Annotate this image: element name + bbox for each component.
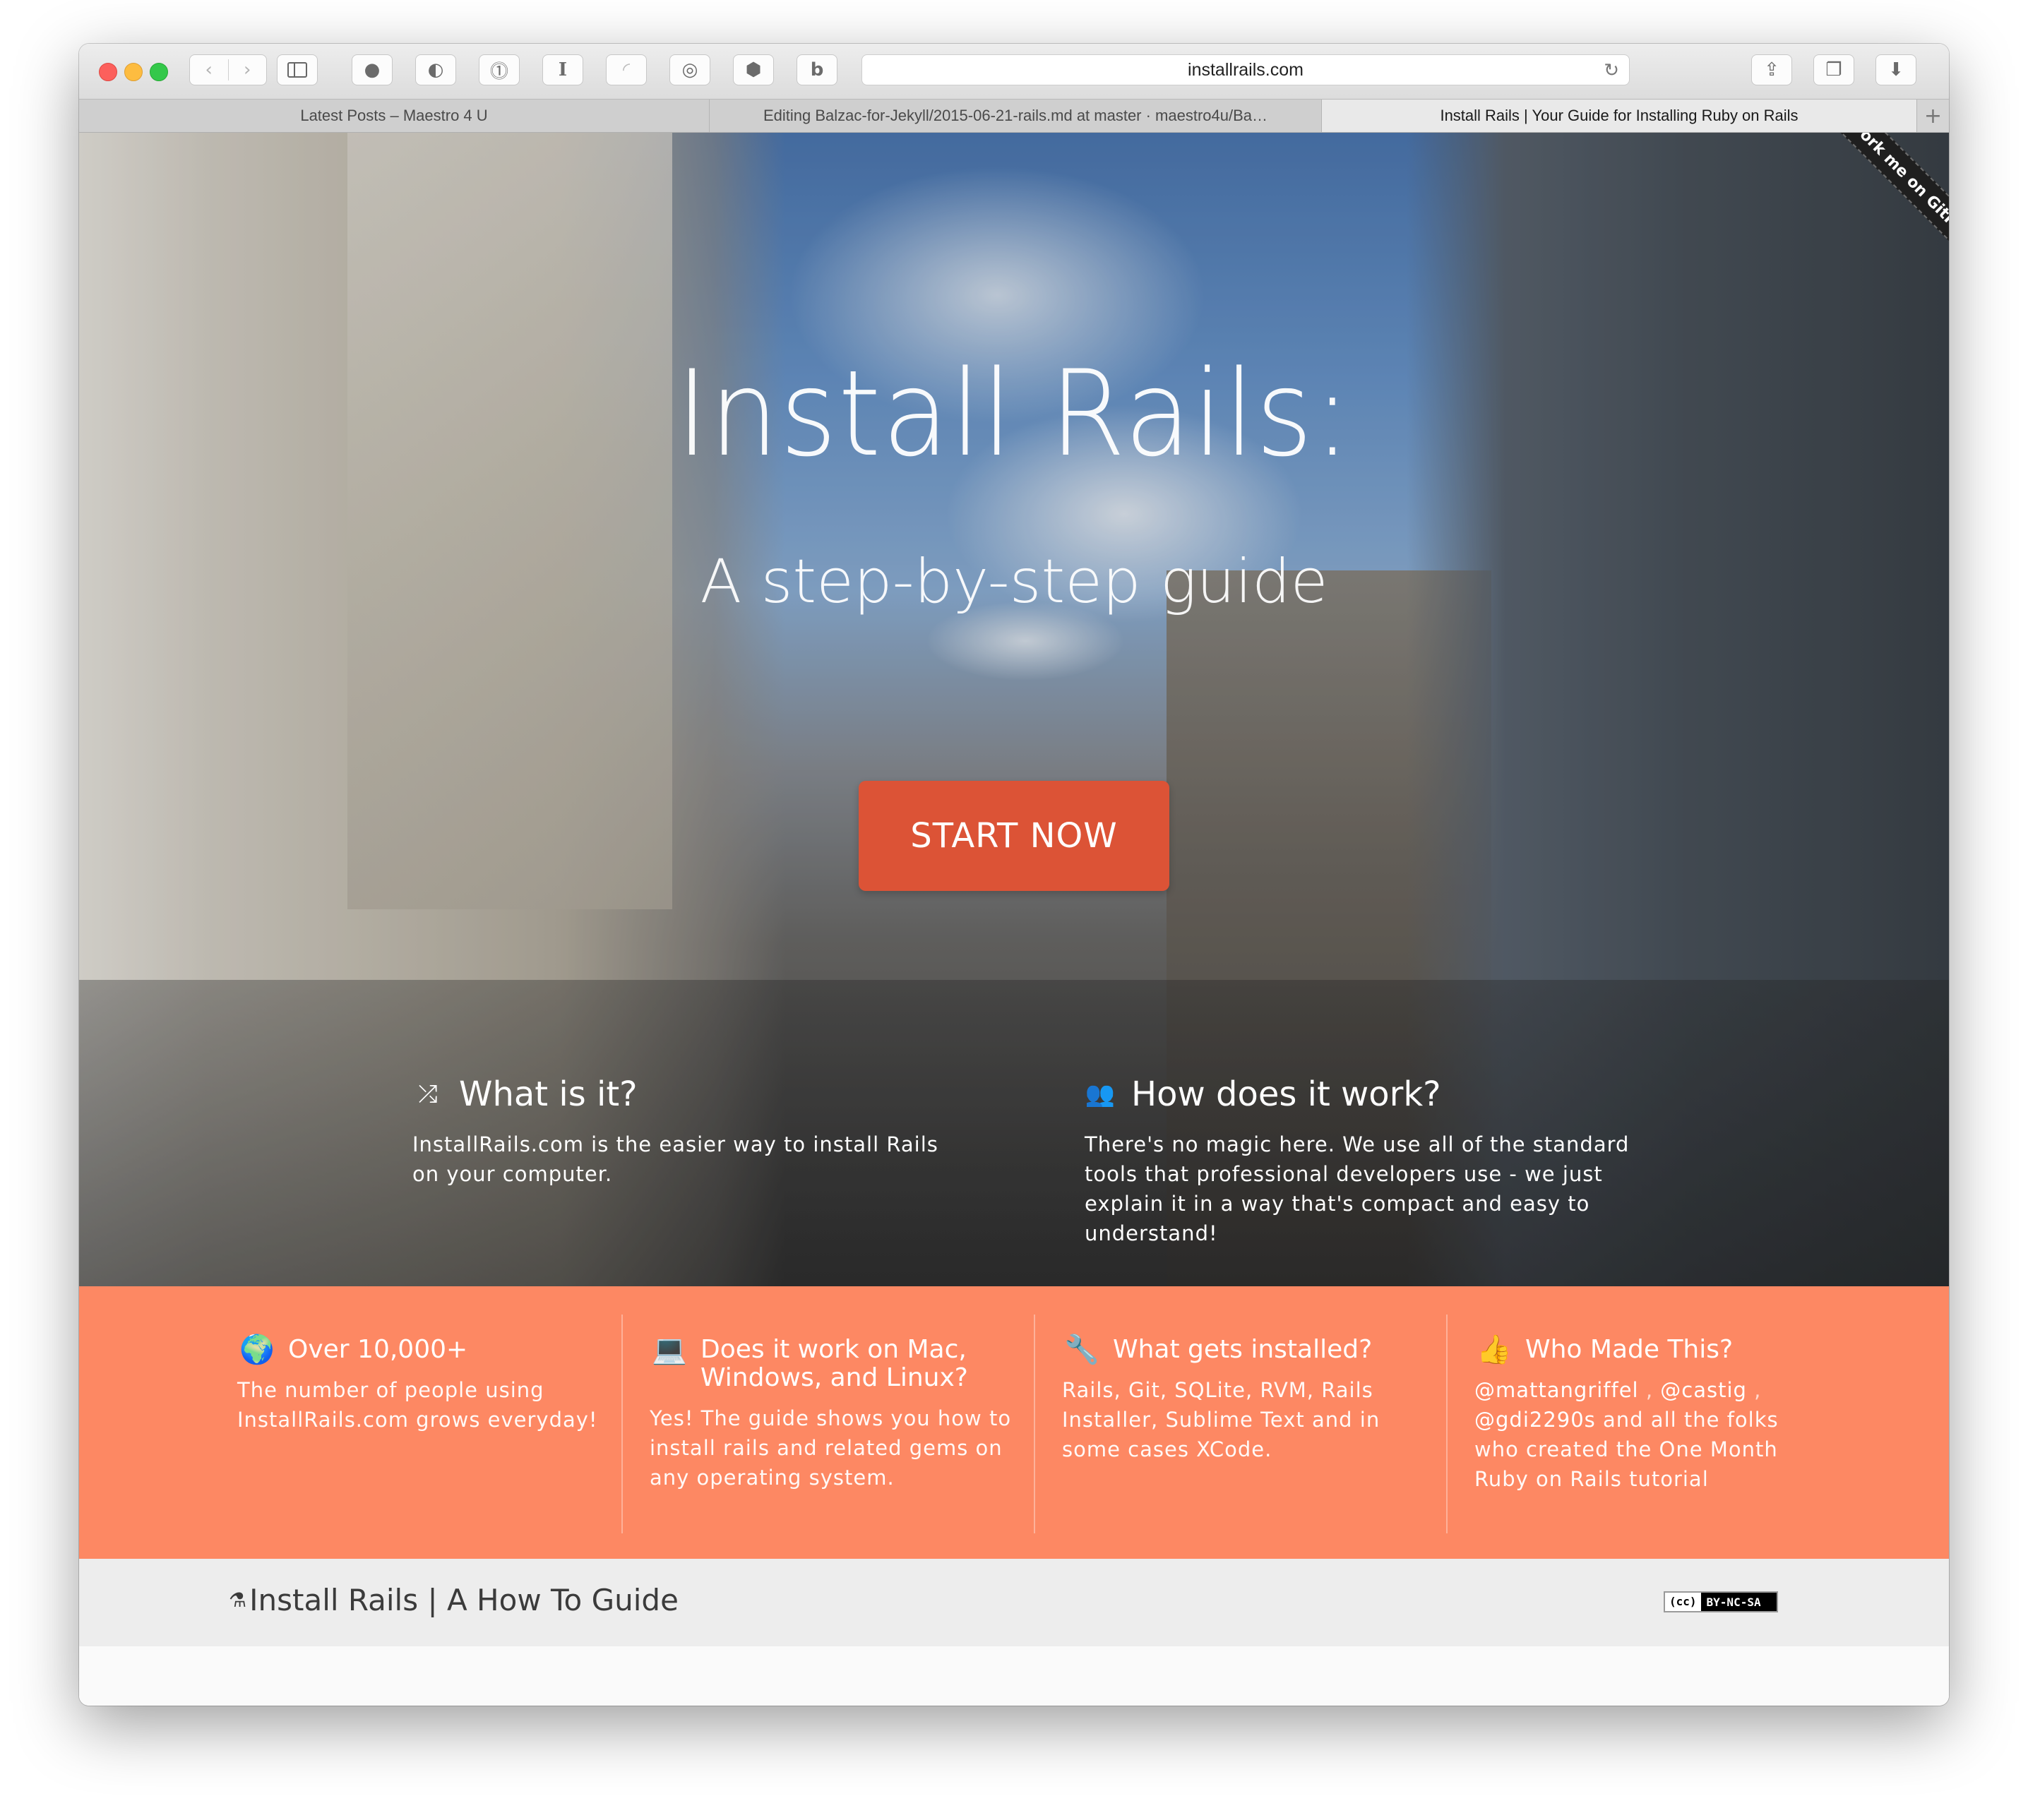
tab-install-rails[interactable]: Install Rails | Your Guide for Installin… bbox=[1322, 100, 1917, 132]
extension-instapaper-button[interactable]: I bbox=[542, 54, 583, 85]
what-is-it-text: InstallRails.com is the easier way to in… bbox=[412, 1132, 938, 1186]
what-is-it-heading: ⤮ What is it? bbox=[412, 1074, 949, 1114]
extension-ghostery-button[interactable]: ⬢ bbox=[733, 54, 774, 85]
address-bar[interactable]: installrails.com ↻ bbox=[861, 54, 1630, 85]
bing-icon: b bbox=[810, 59, 824, 80]
feature-heading: 🔧 What gets installed? bbox=[1062, 1334, 1429, 1366]
how-does-it-work-heading: 👥 How does it work? bbox=[1085, 1074, 1441, 1114]
forward-icon[interactable]: › bbox=[229, 59, 267, 80]
creative-commons-icon: (cc) bbox=[1665, 1593, 1701, 1611]
feature-text: Yes! The guide shows you how to install … bbox=[650, 1406, 1012, 1490]
extension-rss-button[interactable]: ◜ bbox=[606, 54, 647, 85]
extension-1password-button[interactable]: ⓵ bbox=[479, 54, 520, 85]
thumbs-up-icon: 👍 bbox=[1477, 1334, 1512, 1366]
how-does-it-work-block: 👥 How does it work? There's no magic her… bbox=[1085, 1074, 1635, 1248]
url-text: installrails.com bbox=[1188, 59, 1304, 80]
share-button[interactable]: ⇪ bbox=[1751, 54, 1792, 85]
browser-toolbar: ‹ › ● ◐ ⓵ I ◜ ◎ ⬢ b installrails.com ↻ ⇪… bbox=[79, 44, 1949, 99]
feature-divider bbox=[621, 1315, 623, 1533]
start-now-button[interactable]: START NOW bbox=[859, 781, 1169, 891]
browser-window: ‹ › ● ◐ ⓵ I ◜ ◎ ⬢ b installrails.com ↻ ⇪… bbox=[79, 44, 1949, 1706]
gdi2290s-link[interactable]: @gdi2290s bbox=[1474, 1408, 1596, 1432]
instapaper-icon: I bbox=[558, 59, 568, 80]
back-forward-group: ‹ › bbox=[189, 54, 267, 85]
tab-title: Latest Posts – Maestro 4 U bbox=[300, 107, 488, 124]
extension-evernote-button[interactable]: ● bbox=[352, 54, 393, 85]
wrench-icon: 🔧 bbox=[1064, 1334, 1099, 1366]
tabs-icon: ❐ bbox=[1825, 59, 1842, 80]
new-tab-button[interactable]: + bbox=[1917, 100, 1949, 132]
sidebar-icon bbox=[287, 62, 307, 78]
reload-icon[interactable]: ↻ bbox=[1604, 59, 1619, 81]
globe-icon: 🌍 bbox=[239, 1334, 275, 1366]
elephant-icon: ● bbox=[364, 59, 381, 80]
tab-latest-posts[interactable]: Latest Posts – Maestro 4 U bbox=[79, 100, 710, 132]
feature-heading: 🌍 Over 10,000+ bbox=[237, 1334, 604, 1366]
feature-divider bbox=[1446, 1315, 1448, 1533]
hero-section: Fork me on GitHub Install Rails: A step-… bbox=[79, 133, 1949, 1286]
feature-text: Rails, Git, SQLite, RVM, Rails Installer… bbox=[1062, 1378, 1380, 1461]
mattangriffel-link[interactable]: @mattangriffel bbox=[1474, 1378, 1639, 1402]
flask-icon: ⚗ bbox=[229, 1588, 247, 1612]
site-footer: ⚗ Install Rails | A How To Guide (cc) BY… bbox=[79, 1559, 1949, 1647]
extension-pocket-button[interactable]: ◎ bbox=[669, 54, 710, 85]
toggle-icon: ◐ bbox=[427, 59, 444, 80]
plus-icon: + bbox=[1923, 103, 1943, 128]
feature-heading: 👍 Who Made This? bbox=[1474, 1334, 1827, 1366]
features-section: 🌍 Over 10,000+ The number of people usin… bbox=[79, 1286, 1949, 1559]
page-bottom bbox=[79, 1646, 1949, 1706]
group-icon: 👥 bbox=[1085, 1080, 1116, 1108]
tab-bar: Latest Posts – Maestro 4 U Editing Balza… bbox=[79, 99, 1949, 133]
back-icon[interactable]: ‹ bbox=[190, 59, 228, 80]
footer-brand-link[interactable]: ⚗ Install Rails | A How To Guide bbox=[229, 1583, 679, 1617]
feature-divider bbox=[1034, 1315, 1035, 1533]
hero-subtitle: A step-by-step guide bbox=[700, 546, 1328, 617]
shuffle-icon: ⤮ bbox=[418, 1080, 438, 1108]
sidebar-button[interactable] bbox=[277, 54, 318, 85]
tab-title: Editing Balzac-for-Jekyll/2015-06-21-rai… bbox=[763, 107, 1268, 124]
ghost-icon: ⬢ bbox=[745, 59, 762, 80]
downloads-button[interactable]: ⬇ bbox=[1875, 54, 1916, 85]
extension-toggle-button[interactable]: ◐ bbox=[415, 54, 456, 85]
tab-editing-balzac[interactable]: Editing Balzac-for-Jekyll/2015-06-21-rai… bbox=[710, 100, 1322, 132]
how-does-it-work-text: There's no magic here. We use all of the… bbox=[1085, 1132, 1630, 1245]
license-text: BY-NC-SA bbox=[1706, 1595, 1761, 1609]
license-badge[interactable]: (cc) BY-NC-SA bbox=[1664, 1591, 1778, 1612]
feature-text: @mattangriffel , @castig , @gdi2290s and… bbox=[1474, 1378, 1779, 1491]
minimize-window-button[interactable] bbox=[124, 63, 143, 81]
password-icon: ⓵ bbox=[489, 61, 508, 83]
feature-text: The number of people using InstallRails.… bbox=[237, 1378, 598, 1432]
tab-title: Install Rails | Your Guide for Installin… bbox=[1440, 107, 1799, 124]
rss-icon: ◜ bbox=[622, 59, 631, 80]
feature-heading: 💻 Does it work on Mac, Windows, and Linu… bbox=[650, 1336, 1017, 1392]
hero-title: Install Rails: bbox=[676, 345, 1352, 483]
zoom-window-button[interactable] bbox=[150, 63, 168, 81]
laptop-icon: 💻 bbox=[652, 1334, 687, 1366]
castig-link[interactable]: @castig bbox=[1660, 1378, 1747, 1402]
close-window-button[interactable] bbox=[99, 63, 117, 81]
download-icon: ⬇ bbox=[1888, 59, 1904, 80]
start-now-label: START NOW bbox=[910, 816, 1118, 856]
show-all-tabs-button[interactable]: ❐ bbox=[1813, 54, 1854, 85]
what-is-it-block: ⤮ What is it? InstallRails.com is the ea… bbox=[412, 1074, 949, 1189]
spiral-icon: ◎ bbox=[681, 59, 698, 80]
footer-brand-text: Install Rails | A How To Guide bbox=[249, 1583, 679, 1617]
extension-bing-button[interactable]: b bbox=[797, 54, 837, 85]
share-icon: ⇪ bbox=[1764, 59, 1779, 80]
